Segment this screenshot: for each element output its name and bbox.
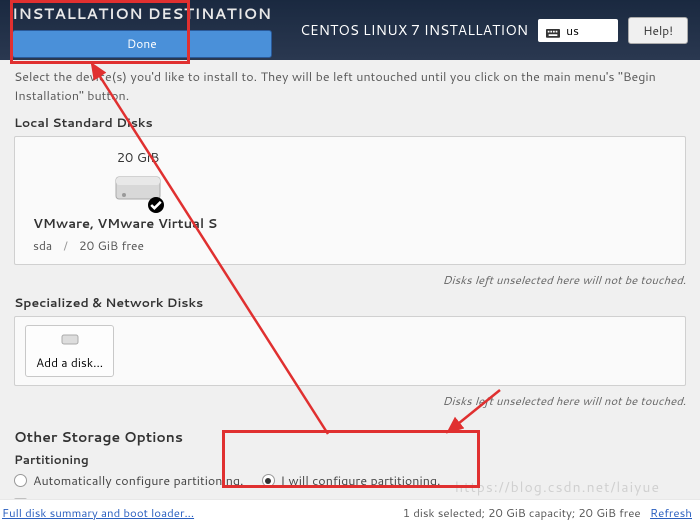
intro-text: Select the device(s) you'd like to insta…: [14, 68, 686, 106]
radio-icon: [14, 474, 27, 487]
add-disk-icon: [61, 332, 79, 350]
partitioning-radio-group: Automatically configure partitioning. I …: [14, 472, 686, 490]
manual-partition-radio[interactable]: I will configure partitioning.: [262, 472, 441, 490]
disk-size: 20 GiB: [117, 149, 160, 167]
header-right: CENTOS LINUX 7 INSTALLATION us Help!: [300, 17, 688, 44]
add-disk-label: Add a disk...: [36, 354, 103, 371]
header: INSTALLATION DESTINATION Done CENTOS LIN…: [0, 0, 700, 60]
content: Select the device(s) you'd like to insta…: [0, 60, 700, 514]
local-disks-panel: 20 GiB VMware, VMware Virtual S sda / 20…: [14, 136, 686, 265]
product-label: CENTOS LINUX 7 INSTALLATION: [300, 20, 528, 40]
keyboard-indicator[interactable]: us: [538, 19, 618, 42]
network-disks-hint: Disks left unselected here will not be t…: [14, 392, 686, 409]
footer-status: 1 disk selected; 20 GiB capacity; 20 GiB…: [403, 504, 641, 521]
auto-partition-radio[interactable]: Automatically configure partitioning.: [14, 472, 244, 490]
check-icon: [148, 197, 164, 213]
disk-subtext: sda / 20 GiB free: [33, 237, 144, 254]
disk-summary-link[interactable]: Full disk summary and boot loader...: [2, 504, 194, 521]
footer-right: 1 disk selected; 20 GiB capacity; 20 GiB…: [403, 504, 692, 521]
network-disks-label: Specialized & Network Disks: [14, 294, 686, 312]
disk-item[interactable]: 20 GiB VMware, VMware Virtual S sda / 20…: [33, 149, 243, 254]
disk-name: VMware, VMware Virtual S: [33, 215, 217, 233]
keyboard-layout-text: us: [566, 22, 579, 39]
disk-dev: sda: [33, 237, 52, 254]
footer: Full disk summary and boot loader... 1 d…: [0, 499, 700, 525]
manual-partition-label: I will configure partitioning.: [281, 472, 441, 490]
done-button[interactable]: Done: [12, 30, 272, 58]
page-title: INSTALLATION DESTINATION: [12, 3, 272, 24]
keyboard-icon: [546, 25, 560, 35]
header-left: INSTALLATION DESTINATION Done: [12, 3, 272, 58]
refresh-link[interactable]: Refresh: [650, 504, 692, 521]
separator: /: [63, 237, 67, 254]
network-disks-panel: Add a disk...: [14, 316, 686, 386]
radio-icon: [262, 474, 275, 487]
other-options-title: Other Storage Options: [14, 427, 686, 447]
help-button[interactable]: Help!: [628, 17, 688, 44]
local-disks-label: Local Standard Disks: [14, 114, 686, 132]
add-disk-button[interactable]: Add a disk...: [25, 325, 114, 377]
partitioning-label: Partitioning: [14, 451, 686, 468]
disk-free: 20 GiB free: [79, 237, 144, 254]
local-disks-hint: Disks left unselected here will not be t…: [14, 271, 686, 288]
auto-partition-label: Automatically configure partitioning.: [33, 472, 244, 490]
disk-icon: [114, 171, 162, 211]
